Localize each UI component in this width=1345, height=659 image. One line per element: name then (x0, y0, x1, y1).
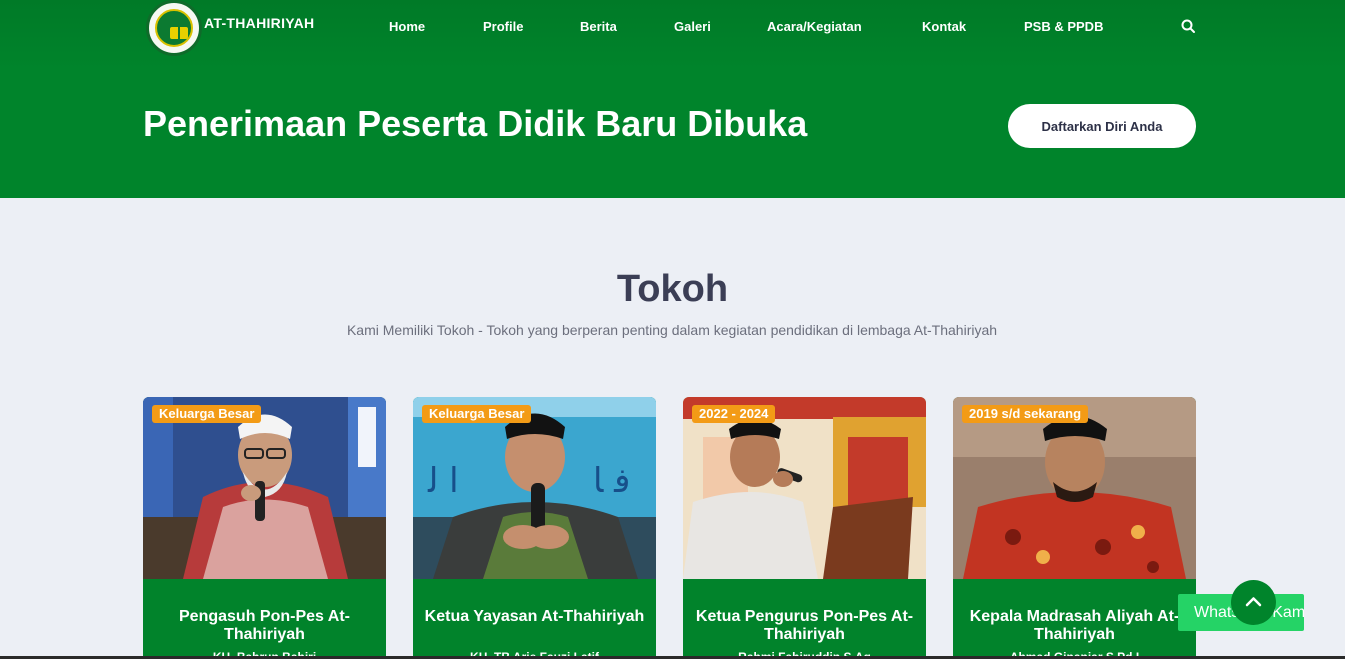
card-badge: Keluarga Besar (152, 405, 262, 423)
section-title: Tokoh (616, 268, 729, 310)
nav-berita[interactable]: Berita (580, 19, 617, 34)
card-title[interactable]: Ketua Yayasan At-Thahiriyah (423, 608, 646, 626)
chevron-up-icon[interactable] (1231, 580, 1276, 625)
card-title[interactable]: Pengasuh Pon-Pes At-Thahiriyah (153, 608, 376, 644)
card-title[interactable]: Ketua Pengurus Pon-Pes At-Thahiriyah (693, 608, 916, 644)
svg-text:ﻓ ﺎ: ﻓ ﺎ (593, 461, 630, 501)
figure-card[interactable]: 2022 - 2024 Ketua Pengurus Pon-Pes At-Th… (683, 397, 926, 659)
figure-photo (953, 397, 1196, 579)
figure-card[interactable]: ﺍ ﻟ ﻓ ﺎ Keluarga Besar Ketua Yayasan At-… (413, 397, 656, 659)
figure-photo: ﺍ ﻟ ﻓ ﺎ (413, 397, 656, 579)
figure-card[interactable]: Keluarga Besar Pengasuh Pon-Pes At-Thahi… (143, 397, 386, 659)
hero-title: Penerimaan Peserta Didik Baru Dibuka (143, 103, 808, 144)
nav-kontak[interactable]: Kontak (922, 19, 966, 34)
nav-home[interactable]: Home (389, 19, 425, 34)
svg-text:ﺍ ﻟ: ﺍ ﻟ (427, 461, 459, 501)
site-header: AT-THAHIRIYAH Home Profile Berita Galeri… (0, 0, 1345, 198)
card-badge: 2019 s/d sekarang (962, 405, 1089, 423)
nav-profile[interactable]: Profile (483, 19, 523, 34)
nav-acara-kegiatan[interactable]: Acara/Kegiatan (767, 19, 862, 34)
section-description: Kami Memiliki Tokoh - Tokoh yang berpera… (346, 322, 998, 338)
nav-psb-ppdb[interactable]: PSB & PPDB (1024, 19, 1103, 34)
figure-photo (143, 397, 386, 579)
figure-photo (683, 397, 926, 579)
register-button[interactable]: Daftarkan Diri Anda (1008, 104, 1196, 148)
main-nav: Home Profile Berita Galeri Acara/Kegiata… (0, 19, 1345, 35)
nav-galeri[interactable]: Galeri (674, 19, 711, 34)
card-title[interactable]: Kepala Madrasah Aliyah At-Thahiriyah (963, 608, 1186, 644)
search-icon[interactable] (1180, 18, 1196, 34)
figure-card[interactable]: 2019 s/d sekarang Kepala Madrasah Aliyah… (953, 397, 1196, 659)
card-badge: 2022 - 2024 (692, 405, 776, 423)
card-badge: Keluarga Besar (422, 405, 532, 423)
header-gradient (0, 0, 1345, 70)
